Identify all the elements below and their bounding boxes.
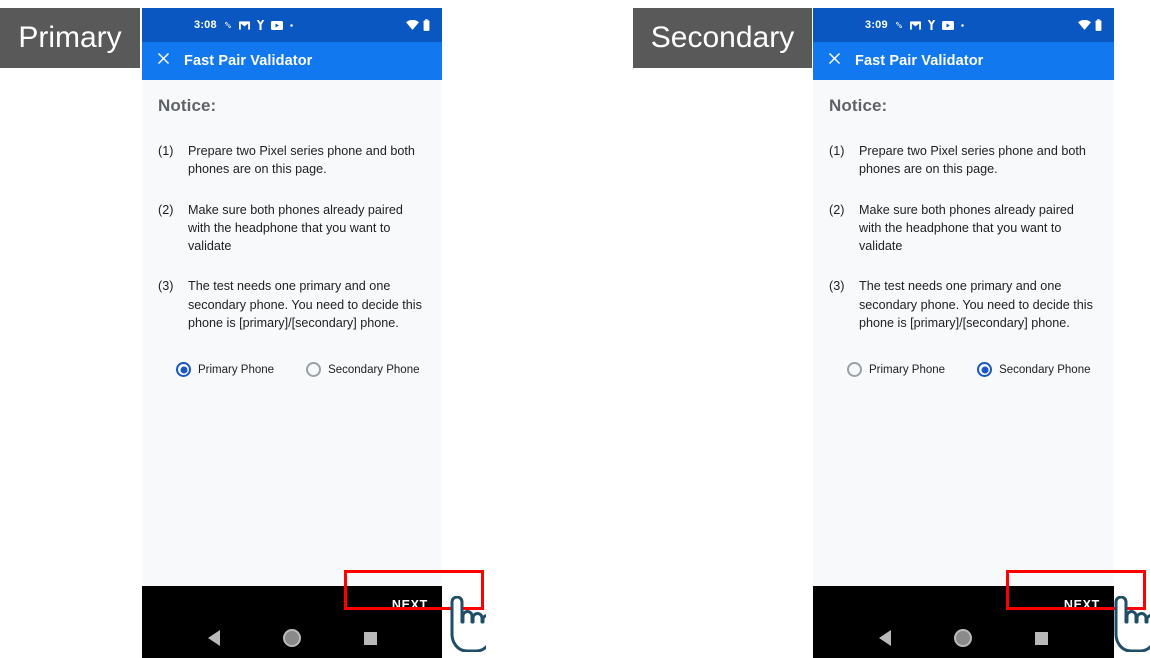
notice-item-number: (1) bbox=[829, 144, 845, 158]
content-area: Notice: (1) Prepare two Pixel series pho… bbox=[142, 80, 442, 586]
notice-item-number: (1) bbox=[158, 144, 174, 158]
radio-button-icon[interactable] bbox=[847, 362, 862, 377]
notice-item-text: Prepare two Pixel series phone and both … bbox=[859, 144, 1086, 177]
status-bar: 3:08 bbox=[142, 8, 442, 42]
home-button-icon[interactable] bbox=[282, 629, 301, 647]
notice-item: (1) Prepare two Pixel series phone and b… bbox=[829, 142, 1098, 179]
battery-icon bbox=[423, 19, 430, 31]
bottom-bar: NEXT bbox=[813, 586, 1114, 658]
radio-label: Secondary Phone bbox=[999, 363, 1091, 376]
close-button[interactable] bbox=[813, 51, 855, 71]
phone-screenshot-primary: 3:08 Fast Pair Validator Notice: (1) Pre… bbox=[142, 8, 442, 658]
hand-cursor-icon bbox=[1104, 595, 1150, 657]
notice-item-number: (3) bbox=[829, 279, 845, 294]
dot-icon bbox=[289, 23, 294, 28]
chain-icon bbox=[223, 20, 233, 30]
notice-item-text: Make sure both phones already paired wit… bbox=[188, 202, 403, 254]
status-bar-right bbox=[1078, 19, 1102, 31]
radio-label: Primary Phone bbox=[198, 363, 275, 376]
app-bar: Fast Pair Validator bbox=[813, 42, 1114, 80]
app-bar: Fast Pair Validator bbox=[142, 42, 442, 80]
recents-button-icon[interactable] bbox=[363, 631, 377, 645]
battery-icon bbox=[1095, 19, 1102, 31]
status-bar-left: 3:08 bbox=[194, 19, 294, 31]
notice-item: (1) Prepare two Pixel series phone and b… bbox=[158, 142, 426, 179]
notice-item-number: (2) bbox=[158, 202, 174, 217]
radio-option-primary-phone[interactable]: Primary Phone bbox=[847, 362, 945, 377]
notice-item-text: The test needs one primary and one secon… bbox=[188, 279, 422, 330]
close-icon bbox=[827, 51, 842, 71]
android-navigation-bar bbox=[142, 618, 442, 658]
recents-button-icon[interactable] bbox=[1035, 631, 1049, 645]
home-button-icon[interactable] bbox=[953, 629, 972, 647]
notice-item-text: Prepare two Pixel series phone and both … bbox=[188, 144, 415, 177]
radio-label: Primary Phone bbox=[869, 363, 946, 376]
vpn-key-icon bbox=[256, 20, 265, 30]
wifi-icon bbox=[406, 20, 419, 30]
close-button[interactable] bbox=[142, 51, 184, 71]
notice-item-text: Make sure both phones already paired wit… bbox=[859, 202, 1074, 254]
android-navigation-bar bbox=[813, 618, 1114, 658]
notice-item: (2) Make sure both phones already paired… bbox=[158, 201, 426, 256]
back-button-icon[interactable] bbox=[207, 630, 220, 646]
annotation-label-primary: Primary bbox=[0, 8, 140, 68]
app-title: Fast Pair Validator bbox=[184, 53, 313, 69]
radio-option-secondary-phone[interactable]: Secondary Phone bbox=[977, 362, 1091, 377]
phone-role-radio-group: Primary Phone Secondary Phone bbox=[829, 362, 1098, 377]
phone-screenshot-secondary: 3:09 Fast Pair Validator Notice: (1) Pre… bbox=[813, 8, 1114, 658]
notice-item: (3) The test needs one primary and one s… bbox=[158, 277, 426, 332]
dot-icon bbox=[960, 23, 965, 28]
gmail-icon bbox=[238, 20, 250, 30]
annotation-label-secondary: Secondary bbox=[633, 8, 812, 68]
notice-item-number: (2) bbox=[829, 202, 845, 217]
youtube-icon bbox=[941, 20, 954, 30]
notice-heading: Notice: bbox=[158, 96, 217, 115]
content-area: Notice: (1) Prepare two Pixel series pho… bbox=[813, 80, 1114, 586]
chain-icon bbox=[894, 20, 904, 30]
radio-button-icon[interactable] bbox=[306, 362, 322, 377]
next-button[interactable]: NEXT bbox=[392, 598, 428, 612]
radio-button-icon[interactable] bbox=[977, 362, 993, 377]
wifi-icon bbox=[1078, 20, 1091, 30]
vpn-key-icon bbox=[927, 20, 936, 30]
radio-label: Secondary Phone bbox=[328, 363, 420, 376]
youtube-icon bbox=[270, 20, 283, 30]
gmail-icon bbox=[909, 20, 921, 30]
notice-item-text: The test needs one primary and one secon… bbox=[859, 279, 1093, 330]
notice-item: (2) Make sure both phones already paired… bbox=[829, 201, 1098, 256]
app-title: Fast Pair Validator bbox=[855, 53, 984, 69]
status-clock: 3:09 bbox=[865, 19, 888, 31]
status-clock: 3:08 bbox=[194, 19, 217, 31]
hand-cursor-icon bbox=[440, 595, 493, 657]
status-bar: 3:09 bbox=[813, 8, 1114, 42]
notice-heading: Notice: bbox=[829, 96, 888, 115]
radio-option-secondary-phone[interactable]: Secondary Phone bbox=[306, 362, 420, 377]
close-icon bbox=[156, 51, 171, 71]
radio-button-icon[interactable] bbox=[176, 362, 191, 377]
status-bar-right bbox=[406, 19, 430, 31]
bottom-bar: NEXT bbox=[142, 586, 442, 658]
next-button[interactable]: NEXT bbox=[1064, 598, 1100, 612]
notice-item-number: (3) bbox=[158, 279, 174, 294]
back-button-icon[interactable] bbox=[878, 630, 891, 646]
phone-role-radio-group: Primary Phone Secondary Phone bbox=[158, 362, 426, 377]
radio-option-primary-phone[interactable]: Primary Phone bbox=[176, 362, 274, 377]
status-bar-left: 3:09 bbox=[865, 19, 965, 31]
notice-item: (3) The test needs one primary and one s… bbox=[829, 277, 1098, 332]
